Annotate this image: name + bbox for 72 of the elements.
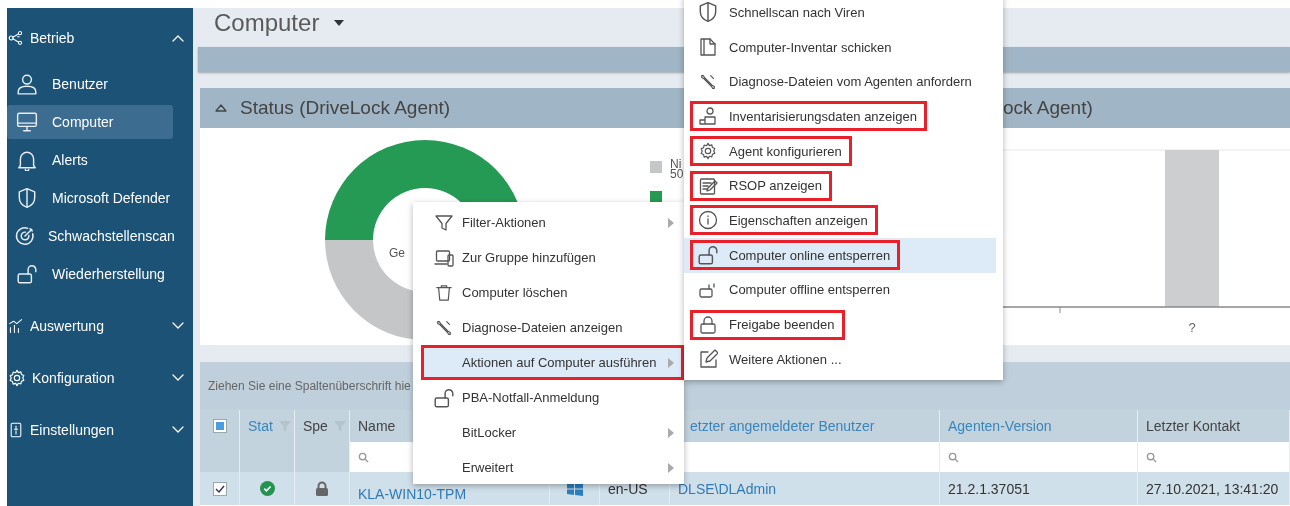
legend-label: Ni 50 <box>670 159 684 179</box>
search-icon[interactable] <box>358 451 369 463</box>
menu-item[interactable]: RSOP anzeigen <box>690 170 832 201</box>
wrench-icon <box>435 318 453 337</box>
caret-icon[interactable] <box>333 18 346 27</box>
section-header[interactable]: Einstellungen <box>7 411 193 449</box>
menu-item[interactable]: Freigabe beenden <box>690 309 845 340</box>
document-icon <box>698 37 718 58</box>
filter-cell[interactable] <box>240 442 295 472</box>
sidebar-item[interactable]: Schwachstellenscan <box>7 217 173 255</box>
sidebar-item[interactable]: Microsoft Defender <box>7 179 173 217</box>
filter-icon <box>434 212 454 233</box>
monitor-icon <box>15 111 39 133</box>
gear-icon <box>8 369 26 387</box>
select-all-checkbox[interactable] <box>212 419 227 433</box>
chart-icon <box>8 317 24 335</box>
edit-icon <box>698 349 718 370</box>
chart-label: Ge <box>389 246 405 260</box>
settings-icon <box>8 421 24 439</box>
gear-icon <box>699 142 717 161</box>
search-icon[interactable] <box>948 451 959 463</box>
menu-item[interactable]: Inventarisierungsdaten anzeigen <box>690 101 927 132</box>
wrench-icon <box>699 72 717 91</box>
axis-label: ? <box>1188 320 1196 335</box>
shield-icon <box>697 1 719 24</box>
trash-icon <box>435 282 453 303</box>
open-lock-icon <box>697 244 719 267</box>
info-icon <box>698 210 718 231</box>
filter-cell[interactable] <box>295 442 350 472</box>
computer-name-link[interactable]: KLA-WIN10-TPM <box>358 486 467 502</box>
chevron-down-icon <box>171 321 185 331</box>
panel-title: ock Agent) <box>1003 97 1093 119</box>
row-checkbox[interactable] <box>212 481 227 496</box>
lock-icon <box>698 314 718 335</box>
open-lock-icon <box>16 263 38 285</box>
sidebar-item[interactable]: Wiederherstellung <box>7 255 173 293</box>
sidebar-item[interactable]: Alerts <box>7 141 173 179</box>
menu-item[interactable]: Filter-Aktionen <box>421 205 684 240</box>
menu-item[interactable]: Diagnose-Dateien anzeigen <box>421 310 684 345</box>
section-header[interactable]: Auswertung <box>7 307 193 345</box>
network-icon <box>8 30 24 46</box>
chevron-down-icon <box>171 425 185 435</box>
chevron-down-icon <box>171 373 185 383</box>
section-header[interactable]: Konfiguration <box>7 359 193 397</box>
windows-icon <box>566 481 583 496</box>
menu-item[interactable]: Diagnose-Dateien vom Agenten anfordern <box>690 66 982 97</box>
cell-text: 27.10.2021, 13:41:20 <box>1146 480 1279 497</box>
target-icon <box>14 225 36 247</box>
page-title: Computer <box>214 8 320 37</box>
menu-item[interactable]: Computer-Inventar schicken <box>690 32 902 63</box>
sidebar-item[interactable]: Computer <box>7 105 173 139</box>
user-icon <box>16 73 38 95</box>
menu-item[interactable]: Agent konfigurieren <box>690 136 852 167</box>
section-header[interactable]: Betrieb <box>7 19 193 57</box>
chevron-up-icon <box>171 33 185 43</box>
menu-item[interactable]: Computer löschen <box>421 275 684 310</box>
devices-icon <box>432 247 456 268</box>
inventory-icon <box>698 106 718 127</box>
search-icon[interactable] <box>1146 451 1157 463</box>
menu-item[interactable]: Schnellscan nach Viren <box>690 0 875 28</box>
menu-item[interactable]: Aktionen auf Computer ausführen <box>421 345 684 380</box>
notepad-icon <box>698 175 718 196</box>
panel-title: Status (DriveLock Agent) <box>240 97 451 119</box>
cell-text: 21.2.1.37051 <box>948 480 1030 497</box>
menu-item[interactable]: Zur Gruppe hinzufügen <box>421 240 684 275</box>
menu-item[interactable]: Computer offline entsperren <box>690 274 900 305</box>
open-lock-icon <box>433 386 455 409</box>
sidebar-item[interactable]: Benutzer <box>7 65 173 103</box>
collapse-icon[interactable] <box>214 103 228 113</box>
bell-icon <box>16 149 38 171</box>
menu-item[interactable]: Eigenschaften anzeigen <box>690 205 878 236</box>
shield-icon <box>16 187 38 209</box>
